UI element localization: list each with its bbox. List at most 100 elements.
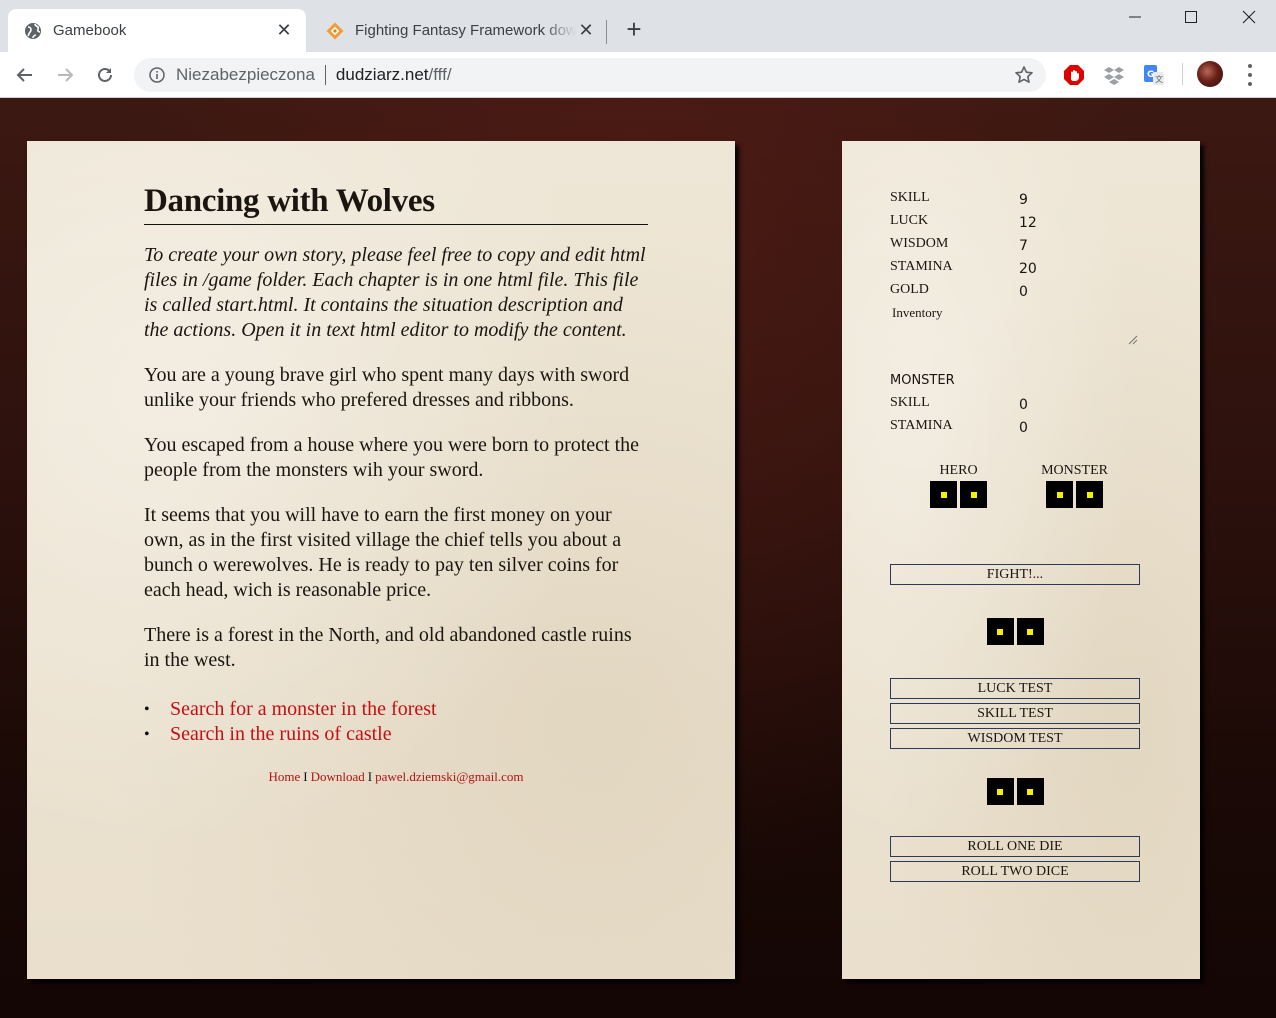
arrow-right-icon [58,68,74,82]
browser-menu-button[interactable] [1240,64,1260,86]
address-bar[interactable]: Niezabezpieczona dudziarz.net/fff/ [134,58,1046,92]
url-host: dudziarz.net [335,65,429,84]
email-link[interactable]: pawel.dziemski@gmail.com [375,769,523,784]
wisdom-test-button[interactable]: WISDOM TEST [890,728,1140,749]
stat-value: 9 [1019,192,1028,208]
url-path: /fff/ [428,65,452,84]
close-tab-icon[interactable]: ✕ [576,20,596,41]
roll-one-die-button[interactable]: ROLL ONE DIE [890,836,1140,857]
inventory-placeholder: Inventory [892,305,943,320]
monster-dice-group: MONSTER [1041,463,1108,508]
browser-titlebar: Gamebook ✕ Fighting Fantasy Framework do… [0,0,1276,52]
resize-grip-icon[interactable] [1128,335,1138,345]
footer-separator: I [303,769,308,784]
minimize-button[interactable] [1106,0,1164,34]
tab-fighting-fantasy[interactable]: Fighting Fantasy Framework download ✕ [310,9,608,52]
skill-test-button[interactable]: SKILL TEST [890,703,1140,724]
story-paragraph: You escaped from a house where you were … [144,434,640,481]
close-icon [1242,10,1256,24]
tab-title: Fighting Fantasy Framework download [355,22,576,39]
die-icon [1016,618,1044,645]
stat-label: SKILL [890,394,930,410]
adblock-icon[interactable] [1063,64,1085,86]
tab-gamebook[interactable]: Gamebook ✕ [8,9,306,52]
combat-dice: HERO MONSTER [890,463,1140,508]
globe-icon [24,22,42,40]
stat-label: GOLD [890,281,929,297]
diamond-logo-icon [326,22,344,40]
google-translate-icon[interactable]: G文 [1143,64,1165,86]
stat-value: 0 [1019,420,1028,436]
roll-two-dice-button[interactable]: ROLL TWO DICE [890,861,1140,882]
toolbar-separator [1182,63,1183,85]
hero-dice-group: HERO [930,463,987,508]
tab-title: Gamebook [53,22,127,39]
die-icon [986,778,1014,805]
reload-button[interactable] [90,60,120,90]
character-sheet: SKILL 9 LUCK 12 WISDOM 7 STAMINA 20 GOLD… [842,141,1200,979]
stat-stamina: STAMINA 20 [890,255,1140,278]
dropbox-icon[interactable] [1103,64,1125,86]
stat-value: 7 [1019,238,1028,254]
footer-links: Home I Download Ipawel.dziemski@gmail.com [144,769,648,785]
footer-separator: I [367,769,373,784]
hero-dice-label: HERO [939,463,978,478]
stat-skill: SKILL 9 [890,186,1140,209]
forward-button[interactable] [50,60,80,90]
die-icon [986,618,1014,645]
close-tab-icon[interactable]: ✕ [274,20,294,41]
stat-label: SKILL [890,189,930,205]
stat-label: LUCK [890,212,929,228]
choice-list: • Search for a monster in the forest • S… [144,697,648,747]
reload-icon [98,67,112,82]
inventory-textarea[interactable]: Inventory [890,301,1140,347]
arrow-left-icon [16,68,32,82]
security-label: Niezabezpieczona [176,65,315,84]
stat-value: 12 [1019,215,1037,231]
monster-stat-skill: SKILL 0 [890,391,1140,414]
maximize-button[interactable] [1162,0,1220,34]
close-window-button[interactable] [1220,0,1276,34]
stat-gold: GOLD 0 [890,278,1140,301]
profile-avatar[interactable] [1197,61,1223,87]
stat-label: WISDOM [890,235,949,251]
roll-buttons: ROLL ONE DIE ROLL TWO DICE [890,836,1140,882]
stat-value: 20 [1019,261,1037,277]
page-background: Dancing with Wolves To create your own s… [0,98,1276,1018]
die-icon [930,481,957,508]
home-link[interactable]: Home [268,769,300,784]
stat-label: STAMINA [890,258,953,274]
fight-button[interactable]: FIGHT!... [890,564,1140,585]
back-button[interactable] [10,60,40,90]
choice-item: • Search in the ruins of castle [144,722,648,747]
monster-dice-label: MONSTER [1041,463,1108,478]
test-dice [890,618,1140,645]
minimize-icon [1129,16,1141,18]
choice-link-castle[interactable]: Search in the ruins of castle [170,722,392,747]
bookmark-star-icon[interactable] [1014,65,1034,85]
monster-stat-stamina: STAMINA 0 [890,414,1140,437]
bullet: • [144,726,150,743]
die-icon [960,481,987,508]
stat-luck: LUCK 12 [890,209,1140,232]
choice-item: • Search for a monster in the forest [144,697,648,722]
test-buttons: LUCK TEST SKILL TEST WISDOM TEST [890,678,1140,749]
story-title: Dancing with Wolves [144,183,648,225]
stat-value: 0 [1019,397,1028,413]
luck-test-button[interactable]: LUCK TEST [890,678,1140,699]
story-paragraph: It seems that you will have to earn the … [144,504,622,601]
story-panel: Dancing with Wolves To create your own s… [27,141,735,979]
choice-link-forest[interactable]: Search for a monster in the forest [170,697,437,722]
new-tab-button[interactable]: + [620,16,648,44]
die-icon [1076,481,1104,508]
stat-value: 0 [1019,284,1028,300]
story-intro: To create your own story, please feel fr… [144,244,646,341]
svg-text:文: 文 [1155,74,1163,84]
address-divider [324,65,326,85]
story-paragraph: You are a young brave girl who spent man… [144,364,630,411]
maximize-icon [1185,11,1197,23]
info-icon[interactable] [148,66,166,84]
die-icon [1046,481,1074,508]
die-icon [1016,778,1044,805]
download-link[interactable]: Download [311,769,365,784]
